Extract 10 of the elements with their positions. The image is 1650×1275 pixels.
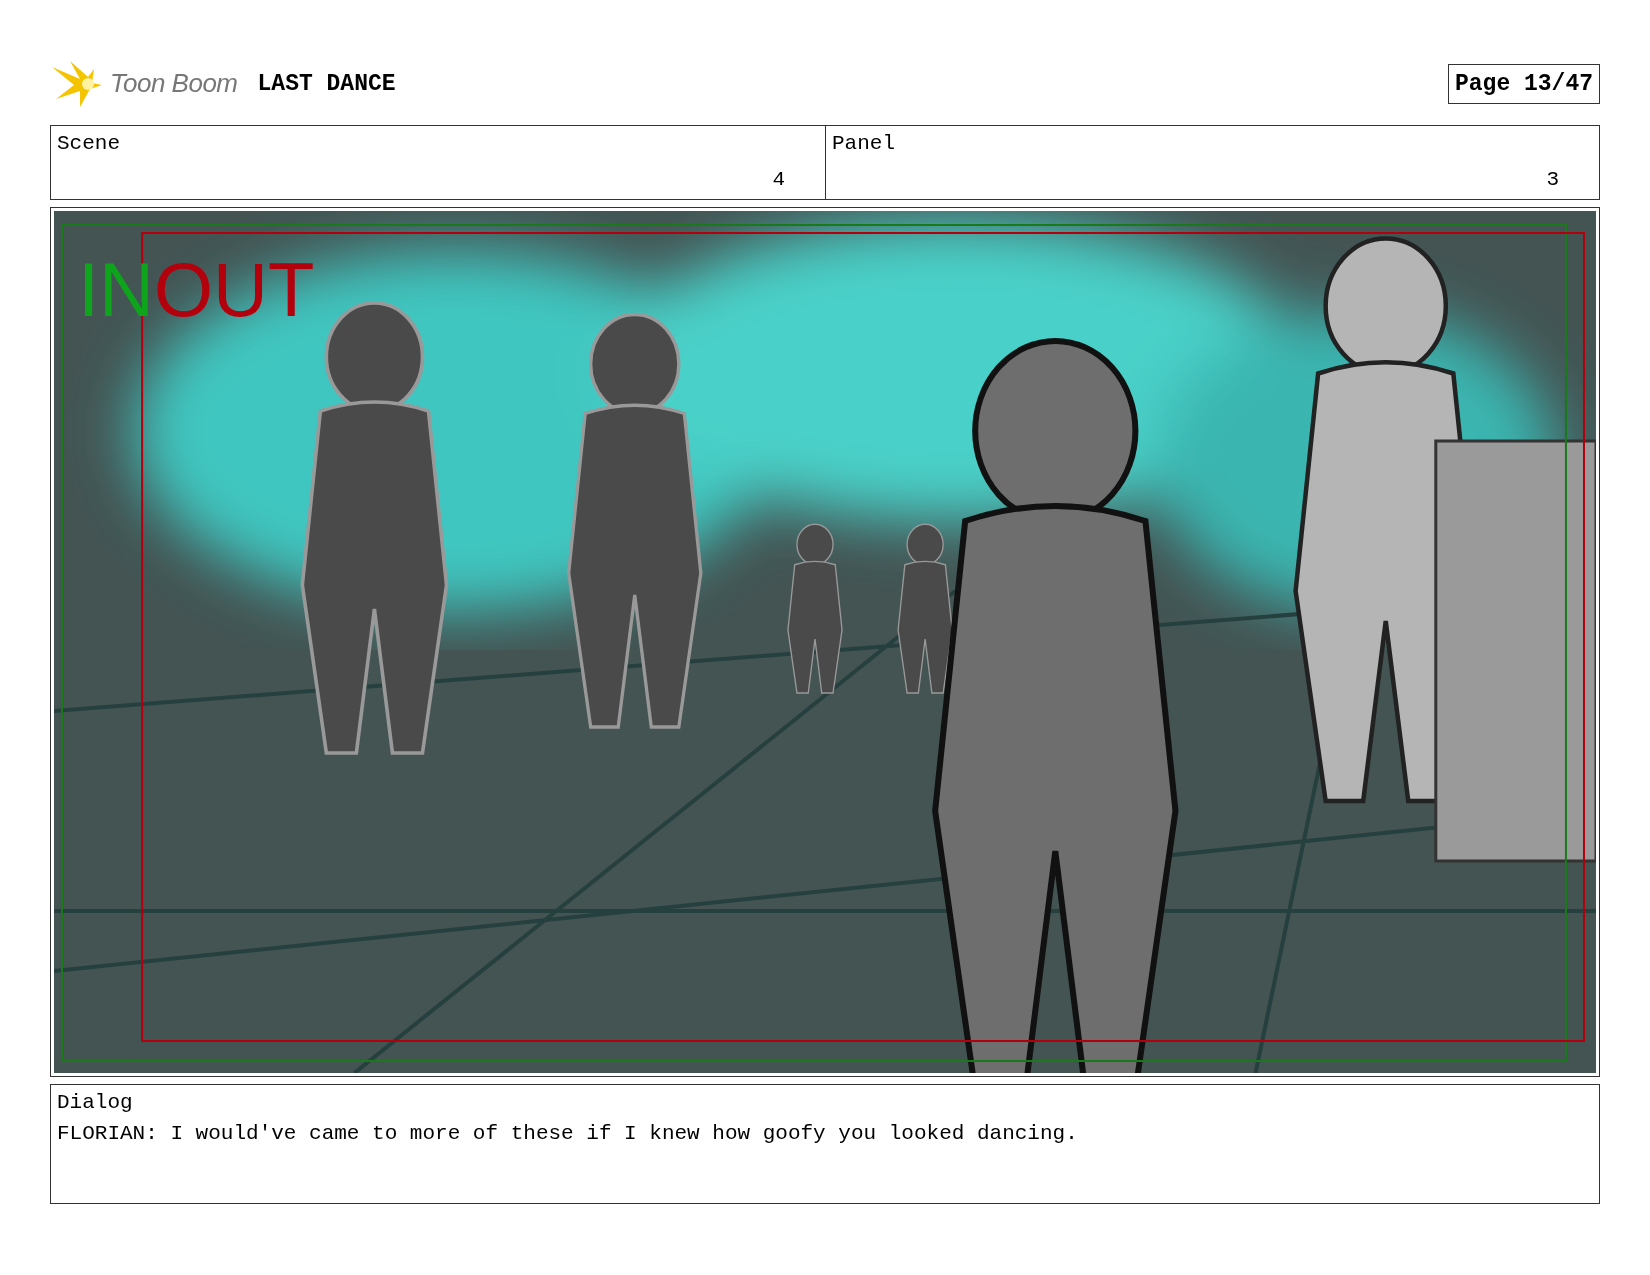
field-label: Scene (57, 132, 121, 155)
field-value: 4 (772, 168, 785, 191)
dialog-text: FLORIAN: I would've came to more of these if I knew how goofy you looked dancing. (57, 1122, 1079, 1145)
storyboard-title: LAST DANCE (257, 70, 396, 97)
logo-text: Toon Boom (110, 68, 238, 99)
out-label: OUT (154, 246, 315, 333)
field-value: 3 (1546, 168, 1559, 191)
dialog-label: Dialog (57, 1091, 134, 1114)
field-label: Panel (832, 132, 896, 155)
page-number: Page 13/47 (1447, 63, 1600, 104)
